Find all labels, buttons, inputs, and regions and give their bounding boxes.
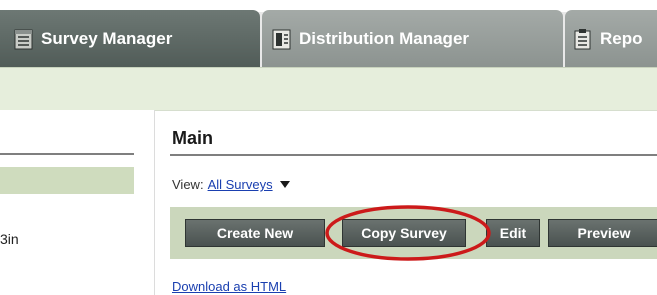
create-new-button[interactable]: Create New xyxy=(185,219,325,247)
copy-survey-button[interactable]: Copy Survey xyxy=(342,219,466,247)
view-filter: View: All Surveys xyxy=(172,177,290,192)
main-tab-bar: Survey Manager Distribution Manager Repo xyxy=(0,0,657,67)
tab-distribution-manager[interactable]: Distribution Manager xyxy=(262,10,563,67)
column-divider xyxy=(154,110,155,295)
view-label: View: xyxy=(172,177,204,192)
tab-survey-manager-label: Survey Manager xyxy=(41,28,173,48)
survey-list-icon xyxy=(14,28,33,50)
reports-clipboard-icon xyxy=(573,28,592,50)
sidebar-selected-band[interactable] xyxy=(0,167,134,194)
edit-button[interactable]: Edit xyxy=(486,219,540,247)
distribution-icon xyxy=(272,28,291,50)
chevron-down-icon[interactable] xyxy=(279,181,290,188)
sidebar-item-recycle-bin[interactable]: 3in xyxy=(0,231,19,247)
tab-survey-manager[interactable]: Survey Manager xyxy=(0,10,260,67)
left-sidebar: 3in xyxy=(0,110,154,295)
sub-header-band xyxy=(0,67,657,111)
view-selector-link[interactable]: All Surveys xyxy=(208,177,273,192)
tab-distribution-manager-label: Distribution Manager xyxy=(299,28,470,48)
title-divider xyxy=(170,154,657,156)
tab-reports[interactable]: Repo xyxy=(565,10,657,67)
page-title: Main xyxy=(172,128,214,148)
sidebar-divider xyxy=(0,153,134,155)
tab-reports-label: Repo xyxy=(600,28,643,48)
preview-button[interactable]: Preview xyxy=(548,219,657,247)
survey-action-toolbar: Create New Copy Survey Edit Preview xyxy=(170,207,657,259)
download-html-link[interactable]: Download as HTML xyxy=(172,279,286,294)
survey-manager-page: Survey Manager Distribution Manager Repo… xyxy=(0,0,657,295)
